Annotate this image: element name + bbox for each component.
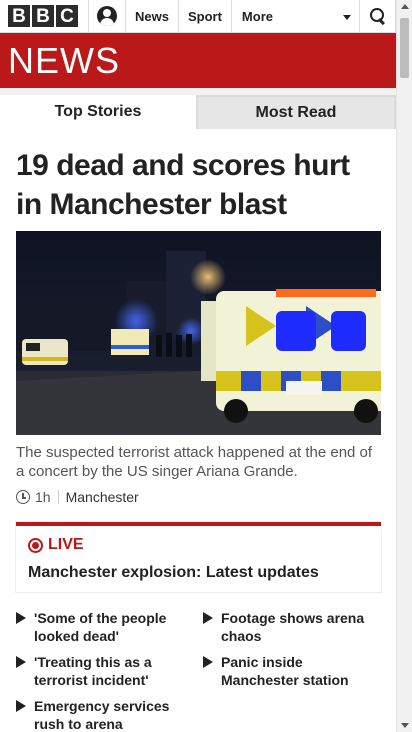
story-meta: 1h Manchester [16, 489, 139, 505]
play-icon [16, 656, 26, 668]
news-banner: NEWS [0, 33, 396, 88]
play-icon [203, 656, 213, 668]
story-tag-link[interactable]: Manchester [66, 489, 139, 505]
logo-letter: C [56, 5, 78, 27]
related-link-2[interactable]: Footage shows arena chaos [203, 609, 373, 645]
live-label: LIVE [48, 536, 84, 553]
story-summary: The suspected terrorist attack happened … [16, 444, 373, 480]
play-icon [16, 700, 26, 712]
related-link-4[interactable]: Panic inside Manchester station [203, 653, 373, 689]
meta-divider [57, 490, 59, 504]
ambulance-scene-illustration [16, 231, 381, 435]
scroll-down-arrow-icon[interactable] [401, 723, 409, 728]
live-updates-card[interactable]: LIVE Manchester explosion: Latest update… [16, 522, 381, 592]
search-icon [369, 8, 386, 24]
scroll-up-arrow-icon[interactable] [401, 4, 409, 9]
search-button[interactable] [360, 0, 396, 32]
related-link-3[interactable]: 'Treating this as a terrorist incident' [16, 653, 186, 689]
related-title: Footage shows arena chaos [221, 610, 365, 644]
logo-letter: B [8, 5, 30, 27]
related-link-1[interactable]: 'Some of the people looked dead' [16, 609, 186, 645]
story-time: 1h [35, 489, 51, 505]
story-tabs: Top Stories Most Read [0, 95, 396, 129]
live-title-link[interactable]: Manchester explosion: Latest updates [28, 564, 319, 582]
news-wordmark[interactable]: NEWS [8, 42, 120, 79]
main-content: 19 dead and scores hurt in Manchester bl… [0, 129, 396, 732]
story-image[interactable] [16, 231, 381, 435]
account-button[interactable] [89, 0, 126, 32]
related-title: Emergency services rush to arena [34, 698, 170, 732]
bbc-logo[interactable]: B B C [0, 0, 89, 32]
live-icon [28, 537, 43, 553]
play-icon [16, 612, 26, 624]
more-menu-button[interactable]: More [232, 0, 360, 32]
page-scrollbar[interactable] [396, 0, 412, 732]
related-title: 'Some of the people looked dead' [34, 610, 167, 644]
nav-link-sport[interactable]: Sport [179, 0, 232, 32]
logo-letter: B [32, 5, 54, 27]
top-navigation-bar: B B C News Sport More [0, 0, 396, 33]
tab-most-read[interactable]: Most Read [196, 95, 396, 129]
play-icon [203, 612, 213, 624]
chevron-down-icon [343, 15, 351, 20]
related-title: 'Treating this as a terrorist incident' [34, 654, 152, 688]
clock-icon [16, 490, 30, 504]
story-headline[interactable]: 19 dead and scores hurt in Manchester bl… [16, 146, 376, 224]
related-title: Panic inside Manchester station [221, 654, 349, 688]
live-indicator: LIVE [28, 536, 84, 554]
related-link-5[interactable]: Emergency services rush to arena [16, 697, 186, 732]
nav-link-news[interactable]: News [126, 0, 179, 32]
scroll-thumb[interactable] [400, 18, 409, 78]
account-icon [97, 6, 117, 26]
tab-top-stories[interactable]: Top Stories [0, 95, 196, 129]
more-label: More [241, 8, 273, 24]
